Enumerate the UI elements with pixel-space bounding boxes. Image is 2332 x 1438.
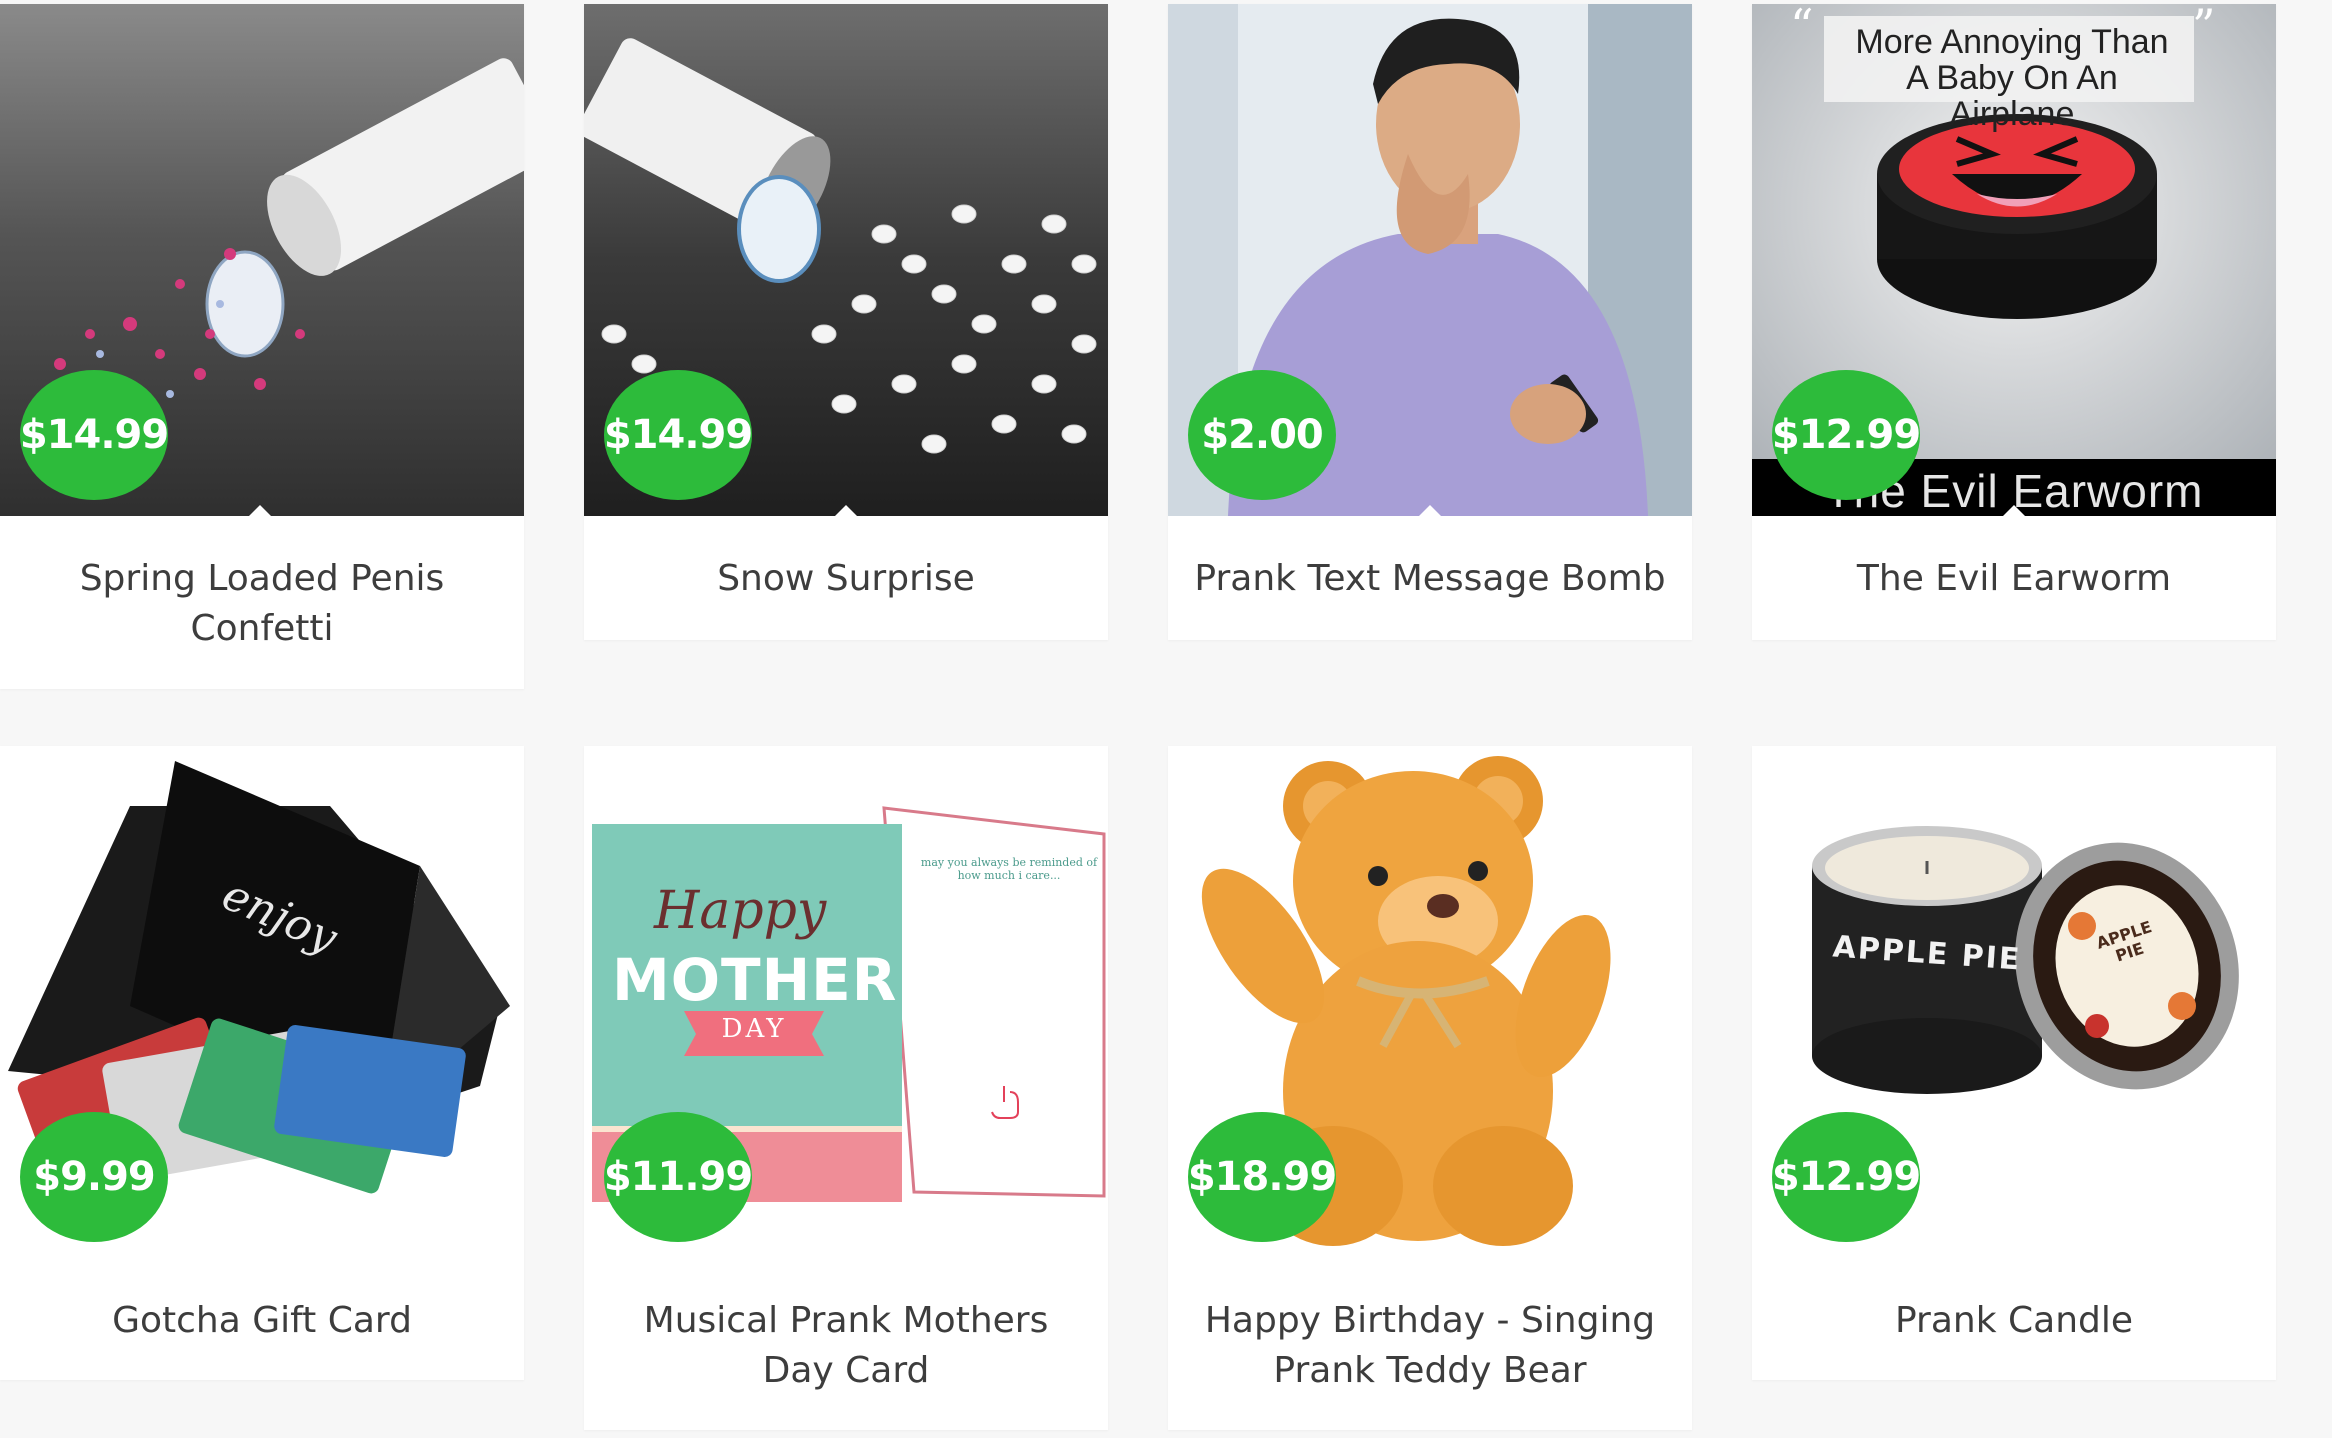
- caret-pointer: [248, 505, 272, 516]
- card-heading-text: MOTHER'S: [612, 946, 959, 1014]
- product-card[interactable]: “ ” More Annoying Than A Baby On An Airp…: [1752, 4, 2276, 640]
- caret-pointer: [2002, 505, 2026, 516]
- product-title[interactable]: The Evil Earworm: [1752, 516, 2276, 604]
- product-card[interactable]: Happy MOTHER'S DAY may you always be rem…: [584, 746, 1108, 1430]
- price-badge: $14.99: [20, 370, 169, 500]
- product-card[interactable]: $18.99 Happy Birthday - Singing Prank Te…: [1168, 746, 1692, 1430]
- caret-pointer: [834, 505, 858, 516]
- product-image[interactable]: $14.99: [0, 4, 524, 516]
- price-badge: $14.99: [604, 370, 753, 500]
- product-image[interactable]: enjoy $9.99: [0, 746, 524, 1258]
- product-title[interactable]: Snow Surprise: [584, 516, 1108, 604]
- product-title[interactable]: Spring Loaded Penis Confetti: [0, 516, 524, 654]
- price-badge: $9.99: [20, 1112, 168, 1242]
- product-image[interactable]: $14.99: [584, 4, 1108, 516]
- price-badge: $2.00: [1188, 370, 1336, 500]
- product-image[interactable]: “ ” More Annoying Than A Baby On An Airp…: [1752, 4, 2276, 516]
- price-badge: $18.99: [1188, 1112, 1337, 1242]
- card-inner-text: may you always be reminded of how much i…: [920, 856, 1098, 882]
- svg-text:”: ”: [2192, 4, 2216, 53]
- product-grid: $14.99 Spring Loaded Penis Confetti $14.…: [0, 0, 2332, 1438]
- product-title[interactable]: Gotcha Gift Card: [0, 1258, 524, 1346]
- product-card[interactable]: $14.99 Spring Loaded Penis Confetti: [0, 4, 524, 689]
- product-image[interactable]: $18.99: [1168, 746, 1692, 1258]
- price-badge: $12.99: [1772, 1112, 1921, 1242]
- product-image[interactable]: APPLE PIE APPLE PIE $12.99: [1752, 746, 2276, 1258]
- card-script-text: Happy: [654, 881, 827, 941]
- product-card[interactable]: APPLE PIE APPLE PIE $12.99 Prank Candle: [1752, 746, 2276, 1380]
- price-badge: $11.99: [604, 1112, 753, 1242]
- product-card[interactable]: $2.00 Prank Text Message Bomb: [1168, 4, 1692, 640]
- caret-pointer: [1418, 505, 1442, 516]
- price-badge: $12.99: [1772, 370, 1921, 500]
- product-title[interactable]: Musical Prank Mothers Day Card: [584, 1258, 1108, 1396]
- card-ribbon-text: DAY: [721, 1014, 787, 1044]
- product-title[interactable]: Prank Text Message Bomb: [1168, 516, 1692, 604]
- overlay-top-text: More Annoying Than A Baby On An Airplane: [1855, 23, 2169, 133]
- product-card[interactable]: enjoy $9.99 Gotcha Gift Card: [0, 746, 524, 1380]
- product-title[interactable]: Happy Birthday - Singing Prank Teddy Bea…: [1168, 1258, 1692, 1396]
- product-card[interactable]: $14.99 Snow Surprise: [584, 4, 1108, 640]
- product-image[interactable]: Happy MOTHER'S DAY may you always be rem…: [584, 746, 1108, 1258]
- svg-text:“: “: [1790, 4, 1814, 53]
- product-title[interactable]: Prank Candle: [1752, 1258, 2276, 1346]
- product-image[interactable]: $2.00: [1168, 4, 1692, 516]
